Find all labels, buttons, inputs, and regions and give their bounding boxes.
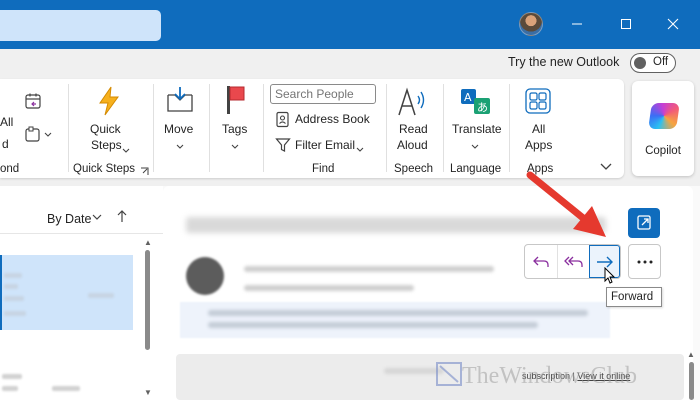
scroll-up-icon[interactable]: ▲ bbox=[687, 350, 695, 359]
watermark: TheWindowsClub bbox=[436, 362, 637, 390]
watermark-text: TheWindowsClub bbox=[462, 363, 638, 389]
reading-scrollbar-thumb[interactable] bbox=[689, 362, 694, 400]
annotation-arrow-icon bbox=[526, 171, 606, 237]
